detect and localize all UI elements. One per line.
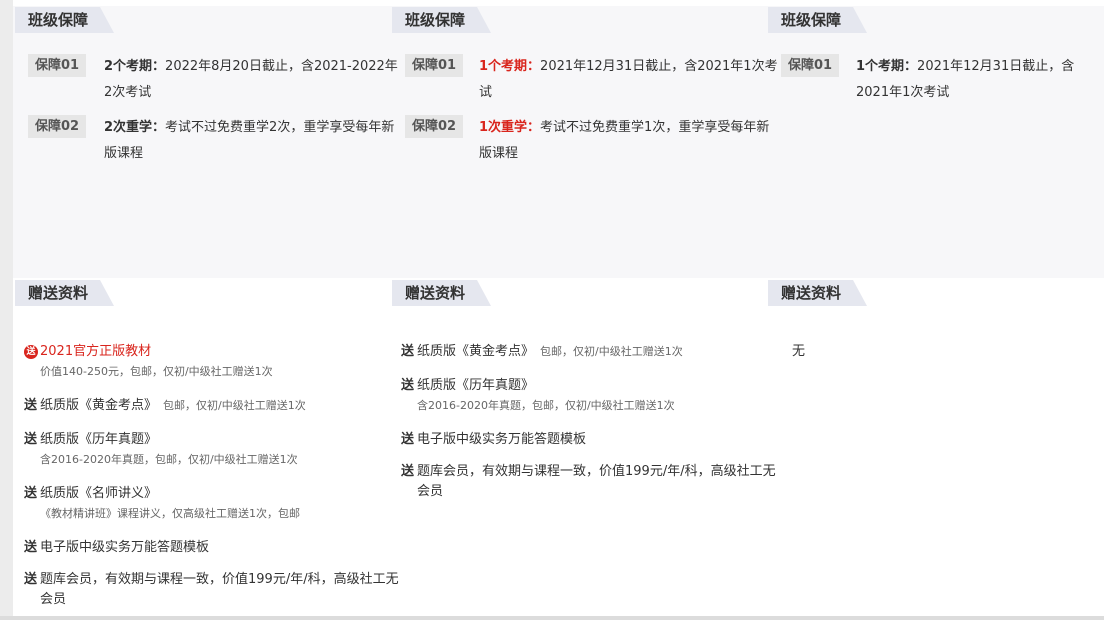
guarantee-section-title: 班级保障 bbox=[15, 7, 114, 33]
gift-section-title: 赠送资料 bbox=[392, 280, 491, 306]
gift-section-title: 赠送资料 bbox=[15, 280, 114, 306]
gift-title: 纸质版《黄金考点》 bbox=[417, 344, 535, 359]
gift-title: 2021官方正版教材 bbox=[40, 344, 152, 359]
gift-item: 送题库会员，有效期与课程一致，价值199元/年/科，高级社工无会员 bbox=[24, 570, 404, 610]
guarantee-tag: 保障01 bbox=[405, 54, 463, 77]
gift-inline-note: 包邮，仅初/中级社工赠送1次 bbox=[163, 399, 306, 412]
gift-title: 纸质版《历年真题》 bbox=[417, 378, 535, 393]
guarantee-text: 1个考期：2021年12月31日截止，含2021年1次考试 bbox=[479, 54, 779, 106]
guarantee-section-title: 班级保障 bbox=[768, 7, 867, 33]
gift-prefix: 送 bbox=[401, 378, 415, 393]
guarantee-tag: 保障02 bbox=[28, 115, 86, 138]
guarantee-key: 1个考期： bbox=[479, 59, 541, 74]
gift-title: 题库会员，有效期与课程一致，价值199元/年/科，高级社工无会员 bbox=[417, 464, 776, 499]
guarantee-key: 2次重学： bbox=[104, 120, 166, 135]
horizontal-scrollbar[interactable] bbox=[0, 616, 1104, 620]
guarantee-key: 2个考期： bbox=[104, 59, 166, 74]
gift-note: 含2016-2020年真题，包邮，仅初/中级社工赠送1次 bbox=[417, 399, 675, 412]
gift-item: 送电子版中级实务万能答题模板 bbox=[24, 538, 404, 558]
gift-title: 纸质版《历年真题》 bbox=[40, 432, 158, 447]
gift-prefix: 送 bbox=[401, 432, 415, 447]
gift-item: 送纸质版《名师讲义》 《教材精讲班》课程讲义，仅高级社工赠送1次，包邮 bbox=[24, 484, 404, 522]
gift-none-text: 无 bbox=[792, 344, 806, 359]
gift-prefix: 送 bbox=[401, 464, 415, 479]
guarantee-key: 1次重学： bbox=[479, 120, 541, 135]
gift-title: 纸质版《黄金考点》 bbox=[40, 398, 158, 413]
gift-prefix: 送 bbox=[24, 540, 38, 555]
gift-prefix: 送 bbox=[24, 398, 38, 413]
gift-prefix: 送 bbox=[401, 344, 415, 359]
gift-item: 送纸质版《历年真题》 含2016-2020年真题，包邮，仅初/中级社工赠送1次 bbox=[401, 376, 781, 414]
left-border-strip bbox=[0, 0, 13, 620]
gift-title: 纸质版《名师讲义》 bbox=[40, 486, 158, 501]
guarantee-key: 1个考期： bbox=[856, 59, 918, 74]
gift-note: 价值140-250元，包邮，仅初/中级社工赠送1次 bbox=[40, 365, 273, 378]
gift-item: 送纸质版《黄金考点》 包邮，仅初/中级社工赠送1次 bbox=[24, 396, 404, 416]
gift-inline-note: 包邮，仅初/中级社工赠送1次 bbox=[540, 345, 683, 358]
guarantee-text: 1个考期：2021年12月31日截止，含2021年1次考试 bbox=[856, 54, 1096, 106]
guarantee-text: 2次重学：考试不过免费重学2次，重学享受每年新版课程 bbox=[104, 115, 404, 167]
gift-item: 送 2021官方正版教材 价值140-250元，包邮，仅初/中级社工赠送1次 bbox=[24, 342, 404, 380]
gift-item: 送纸质版《历年真题》 含2016-2020年真题，包邮，仅初/中级社工赠送1次 bbox=[24, 430, 404, 468]
gift-prefix: 送 bbox=[24, 432, 38, 447]
guarantee-text: 1次重学：考试不过免费重学1次，重学享受每年新版课程 bbox=[479, 115, 779, 167]
gift-note: 《教材精讲班》课程讲义，仅高级社工赠送1次，包邮 bbox=[40, 507, 300, 520]
guarantee-tag: 保障01 bbox=[781, 54, 839, 77]
guarantee-text: 2个考期：2022年8月20日截止，含2021-2022年2次考试 bbox=[104, 54, 404, 106]
guarantee-section-title: 班级保障 bbox=[392, 7, 491, 33]
guarantee-tag: 保障01 bbox=[28, 54, 86, 77]
guarantee-tag: 保障02 bbox=[405, 115, 463, 138]
gift-section-title: 赠送资料 bbox=[768, 280, 867, 306]
gift-prefix: 送 bbox=[24, 486, 38, 501]
gift-item: 送纸质版《黄金考点》 包邮，仅初/中级社工赠送1次 bbox=[401, 342, 781, 362]
gift-title: 题库会员，有效期与课程一致，价值199元/年/科，高级社工无会员 bbox=[40, 572, 399, 607]
gift-prefix: 送 bbox=[24, 572, 38, 587]
gift-note: 含2016-2020年真题，包邮，仅初/中级社工赠送1次 bbox=[40, 453, 298, 466]
gift-badge-icon: 送 bbox=[24, 345, 38, 359]
gift-title: 电子版中级实务万能答题模板 bbox=[40, 540, 210, 555]
gift-title: 电子版中级实务万能答题模板 bbox=[417, 432, 587, 447]
gift-item: 送电子版中级实务万能答题模板 bbox=[401, 430, 781, 450]
gift-item: 送题库会员，有效期与课程一致，价值199元/年/科，高级社工无会员 bbox=[401, 462, 781, 502]
